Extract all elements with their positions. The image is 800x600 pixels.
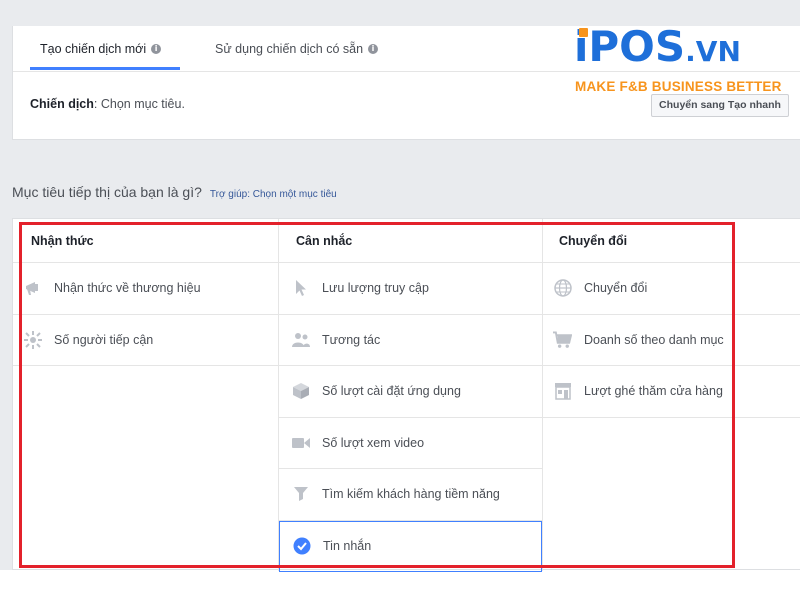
- check-circle-icon: [292, 537, 311, 556]
- objectives-panel: Nhận thức Nhận thức về thương hiệu Số ng…: [12, 218, 800, 572]
- objective-conversions[interactable]: Chuyển đổi: [543, 263, 800, 315]
- objective-brand-awareness[interactable]: Nhận thức về thương hiệu: [13, 263, 278, 315]
- campaign-label: Chiến dịch: [30, 97, 94, 111]
- store-icon: [553, 382, 572, 401]
- globe-icon: [553, 279, 572, 298]
- objective-question: Mục tiêu tiếp thị của bạn là gì? Trợ giú…: [12, 184, 337, 200]
- campaign-value: : Chọn mục tiêu.: [93, 97, 185, 111]
- objective-label: Nhận thức về thương hiệu: [54, 281, 201, 296]
- ipos-logo: iPOS.VN MAKE F&B BUSINESS BETTER: [574, 26, 784, 96]
- logo-brand: iPOS: [574, 22, 686, 71]
- objective-label: Doanh số theo danh mục: [584, 332, 724, 347]
- logo-wordmark: iPOS.VN: [574, 26, 741, 73]
- active-tab-indicator: [30, 67, 180, 70]
- objective-video-views[interactable]: Số lượt xem video: [279, 418, 542, 469]
- box-icon: [291, 382, 310, 401]
- objective-label: Số lượt cài đặt ứng dụng: [322, 384, 461, 399]
- objective-label: Tương tác: [322, 332, 381, 347]
- logo-tagline: MAKE F&B BUSINESS BETTER: [575, 79, 782, 94]
- info-icon[interactable]: i: [368, 44, 379, 54]
- funnel-icon: [291, 485, 310, 504]
- video-camera-icon: [291, 433, 310, 452]
- objective-catalog-sales[interactable]: Doanh số theo danh mục: [543, 315, 800, 366]
- tab-existing-campaign[interactable]: Sử dụng chiến dịch có sẵn i: [215, 40, 379, 58]
- switch-to-quick-create-button[interactable]: Chuyển sang Tạo nhanh: [651, 94, 789, 117]
- column-consideration: Cân nhắc Lưu lượng truy cập Tương tác Số…: [278, 219, 543, 572]
- objective-label: Tin nhắn: [323, 539, 372, 554]
- objective-lead-generation[interactable]: Tìm kiếm khách hàng tiềm năng: [279, 469, 542, 521]
- tab-label: Sử dụng chiến dịch có sẵn: [215, 42, 364, 56]
- help-link[interactable]: Trợ giúp: Chọn một mục tiêu: [210, 189, 337, 200]
- objective-label: Lượt ghé thăm cửa hàng: [584, 384, 723, 399]
- question-text: Mục tiêu tiếp thị của bạn là gì?: [12, 184, 202, 200]
- objective-label: Chuyển đổi: [584, 281, 648, 296]
- column-heading: Nhận thức: [13, 219, 278, 263]
- logo-tld: .VN: [685, 35, 741, 68]
- objective-messages[interactable]: Tin nhắn: [279, 520, 542, 572]
- objective-label: Lưu lượng truy cập: [322, 281, 429, 296]
- reach-icon: [23, 330, 42, 349]
- cursor-icon: [291, 279, 310, 298]
- column-conversion: Chuyển đổi Chuyển đổi Doanh số theo danh…: [543, 219, 800, 571]
- people-icon: [291, 330, 310, 349]
- objective-traffic[interactable]: Lưu lượng truy cập: [279, 263, 542, 315]
- campaign-summary: Chiến dịch: Chọn mục tiêu.: [30, 97, 185, 111]
- column-awareness: Nhận thức Nhận thức về thương hiệu Số ng…: [13, 219, 278, 571]
- megaphone-icon: [23, 279, 42, 298]
- objective-app-installs[interactable]: Số lượt cài đặt ứng dụng: [279, 366, 542, 418]
- objective-engagement[interactable]: Tương tác: [279, 315, 542, 366]
- tab-new-campaign[interactable]: Tạo chiến dịch mới i: [40, 40, 162, 58]
- tab-label: Tạo chiến dịch mới: [40, 42, 147, 56]
- info-icon[interactable]: i: [151, 44, 162, 54]
- column-heading: Chuyển đổi: [543, 219, 800, 263]
- objective-store-visits[interactable]: Lượt ghé thăm cửa hàng: [543, 366, 800, 418]
- logo-dot: [579, 28, 588, 37]
- objective-label: Số người tiếp cận: [54, 332, 154, 347]
- column-heading: Cân nhắc: [279, 219, 542, 263]
- objective-reach[interactable]: Số người tiếp cận: [13, 315, 278, 366]
- objective-label: Tìm kiếm khách hàng tiềm năng: [322, 487, 500, 502]
- objective-label: Số lượt xem video: [322, 435, 425, 450]
- cart-icon: [553, 330, 572, 349]
